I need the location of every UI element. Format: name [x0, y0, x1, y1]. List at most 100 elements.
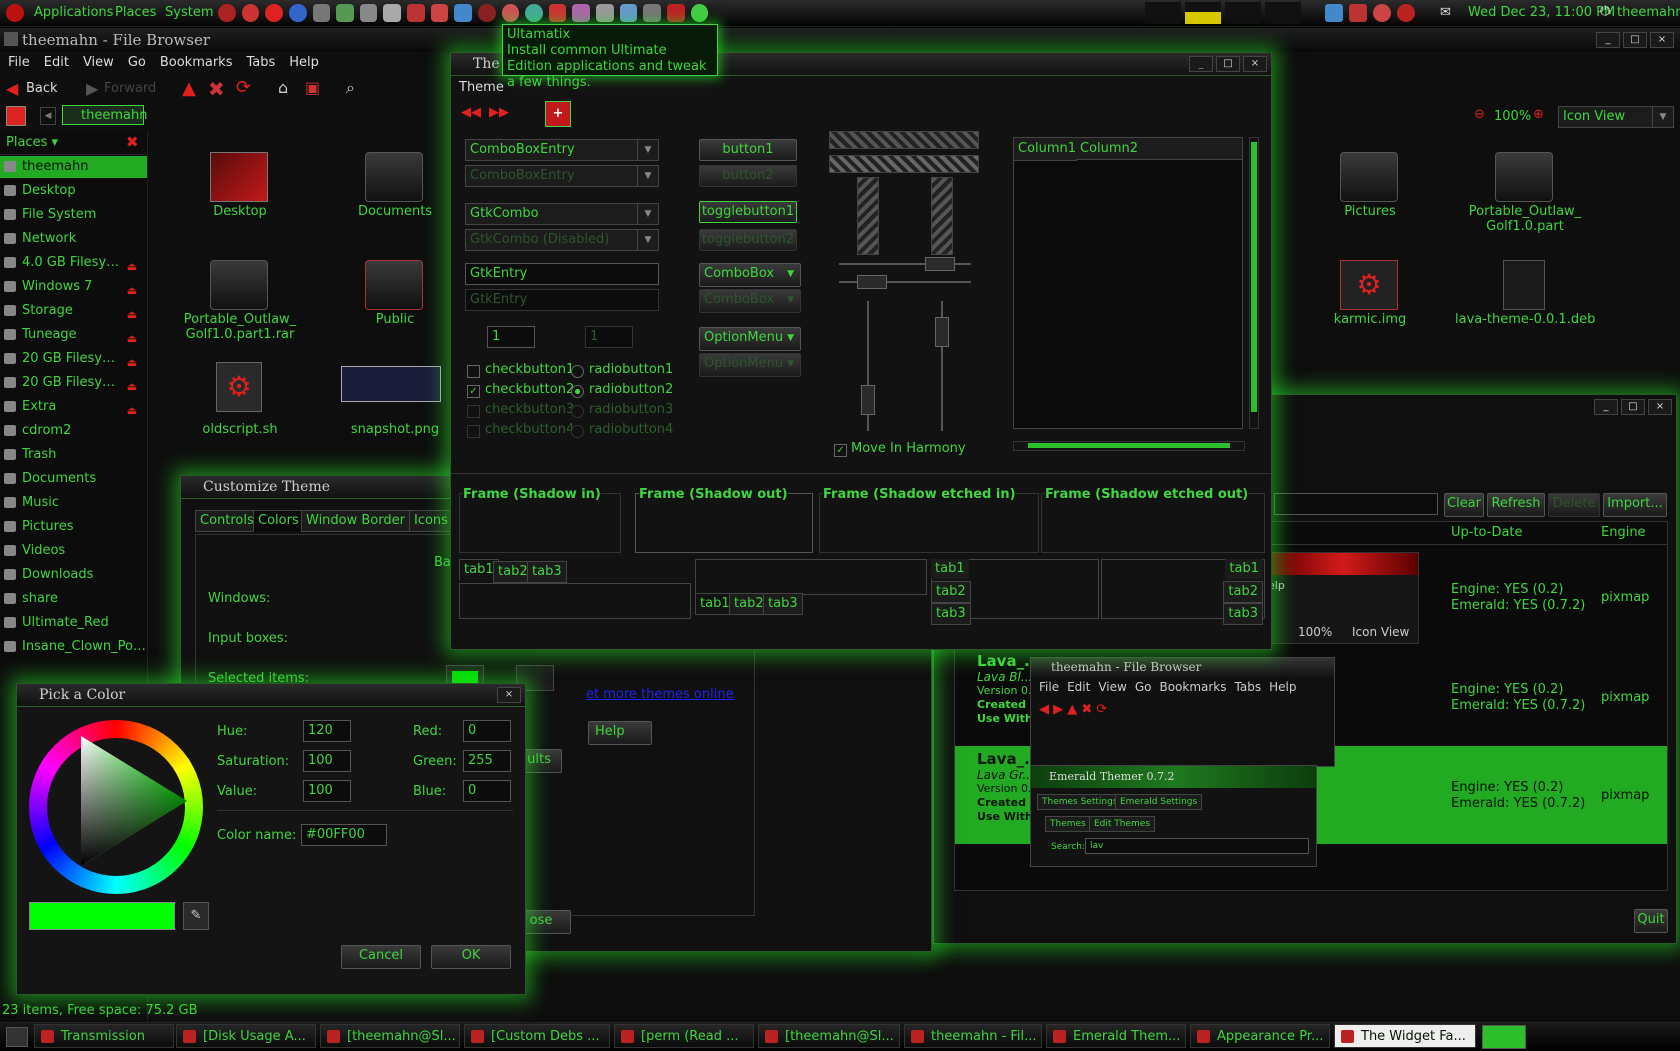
vertical-scrollbar[interactable] [1249, 137, 1259, 429]
sidebar-item[interactable]: Insane_Clown_Po… [0, 636, 147, 658]
eject-icon[interactable]: ⏏ [127, 400, 137, 418]
menu-view[interactable]: View [83, 52, 114, 74]
close-button[interactable]: × [497, 687, 521, 703]
menu-edit[interactable]: Edit [44, 52, 69, 74]
ultamatix-icon[interactable] [477, 4, 496, 22]
green-spin[interactable]: 255 [463, 750, 511, 772]
hscale-1-handle[interactable] [925, 257, 955, 271]
column2-header[interactable]: Column2 [1076, 138, 1242, 160]
tab3[interactable]: tab3 [527, 561, 567, 583]
radiobutton2[interactable] [571, 385, 584, 398]
tab-window-border[interactable]: Window Border [301, 510, 410, 532]
path-left-arrow[interactable]: ◀ [40, 107, 56, 125]
launcher-icon[interactable] [407, 4, 425, 22]
tab2[interactable]: tab2 [931, 581, 971, 603]
launcher-icon[interactable] [241, 4, 260, 22]
power-icon[interactable]: ⏻ [1600, 4, 1610, 19]
red-spin[interactable]: 0 [463, 720, 511, 742]
launcher-icon[interactable] [336, 4, 354, 22]
blue-spin[interactable]: 0 [463, 780, 511, 802]
menu-file[interactable]: File [8, 52, 30, 74]
forward-button[interactable]: Forward [104, 81, 156, 96]
column1-header[interactable]: Column1 [1014, 138, 1077, 161]
launcher-icon[interactable] [454, 4, 472, 22]
places-select[interactable]: Places ▾ [6, 135, 58, 150]
clear-button[interactable]: Clear [1444, 493, 1484, 517]
ubuntu-logo-icon[interactable] [6, 4, 24, 22]
tab2[interactable]: tab2 [1223, 581, 1263, 603]
tray-icon[interactable] [1373, 4, 1391, 22]
launcher-icon[interactable] [218, 4, 236, 22]
sidebar-item[interactable]: Ultimate_Red [0, 612, 147, 634]
home-icon[interactable]: ⌂ [278, 78, 288, 97]
taskbar-item[interactable]: Appearance Pr... [1190, 1024, 1330, 1048]
launcher-icon[interactable] [690, 4, 709, 22]
theme-search-input[interactable] [1274, 493, 1438, 515]
sidebar-item[interactable]: Music [0, 492, 147, 514]
minimize-button[interactable]: _ [1189, 56, 1213, 72]
search-icon[interactable]: ⌕ [346, 78, 355, 98]
customize-titlebar[interactable]: Customize Theme [181, 476, 473, 499]
close-sidebar-icon[interactable]: ✖ [126, 133, 139, 151]
launcher-icon[interactable] [548, 4, 567, 22]
checkbutton2[interactable]: ✓ [467, 385, 480, 398]
menu-system[interactable]: System [165, 5, 213, 20]
workspace-switcher[interactable] [1482, 1025, 1526, 1049]
sidebar-item[interactable]: Desktop [0, 180, 147, 202]
checkbutton1[interactable] [467, 365, 480, 378]
hue-spin[interactable]: 120 [303, 720, 351, 742]
sidebar-item[interactable]: Network [0, 228, 147, 250]
file-snapshot[interactable]: snapshot.png [335, 362, 455, 452]
maximize-button[interactable]: □ [1623, 32, 1647, 48]
eject-icon[interactable]: ⏏ [127, 328, 137, 346]
zoom-out-icon[interactable]: ⊖ [1474, 107, 1485, 122]
close-button[interactable]: × [1650, 32, 1674, 48]
cancel-button[interactable]: Cancel [341, 945, 421, 969]
taskbar-item[interactable]: [theemahn@Sl... [758, 1024, 900, 1048]
file-part[interactable]: Portable_Outlaw_ Golf1.0.part [1455, 152, 1595, 242]
more-themes-link[interactable]: et more themes online [586, 687, 734, 702]
import-button[interactable]: Import... [1603, 493, 1667, 517]
optionmenu[interactable]: OptionMenu ▼ [699, 327, 801, 351]
eject-icon[interactable]: ⏏ [127, 304, 137, 322]
path-button-home[interactable]: theemahn [62, 105, 147, 125]
close-button[interactable]: × [1243, 56, 1267, 72]
quit-button[interactable]: Quit [1634, 909, 1668, 933]
sidebar-item[interactable]: File System [0, 204, 147, 226]
launcher-icon[interactable] [666, 4, 685, 22]
vscale-1-handle[interactable] [861, 385, 875, 415]
forward-arrow-icon[interactable]: ▶ [86, 79, 98, 98]
file-browser-titlebar[interactable]: theemahn - File Browser _ □ × [0, 28, 1680, 52]
taskbar-item[interactable]: [Custom Debs ... [464, 1024, 610, 1048]
close-button[interactable]: × [1648, 399, 1672, 415]
menu-tabs[interactable]: Tabs [246, 52, 275, 74]
sidebar-item[interactable]: 4.0 GB Filesy… ⏏ [0, 252, 147, 274]
computer-icon[interactable]: ▣ [305, 78, 320, 97]
delete-button[interactable]: Delete [1548, 493, 1600, 517]
launcher-icon[interactable] [359, 4, 378, 22]
sidebar-item[interactable]: Videos [0, 540, 147, 562]
gtkcombo[interactable]: GtkCombo ▼ [465, 203, 659, 225]
spin-button-1[interactable]: 1 [487, 326, 535, 348]
eject-icon[interactable]: ⏏ [127, 256, 137, 274]
minimize-button[interactable]: _ [1596, 32, 1620, 48]
file-karmic[interactable]: ⚙ karmic.img [1310, 260, 1430, 350]
eyedropper-icon[interactable]: ✎ [183, 902, 209, 930]
ok-button[interactable]: OK [431, 945, 511, 969]
user-name[interactable]: theemahn [1617, 5, 1680, 20]
comboboxentry[interactable]: ComboBoxEntry ▼ [465, 139, 659, 161]
launcher-icon[interactable] [430, 4, 449, 22]
tray-icon[interactable] [1349, 4, 1367, 22]
sidebar-item[interactable]: Windows 7 ⏏ [0, 276, 147, 298]
menu-help[interactable]: Help [289, 52, 319, 74]
eject-icon[interactable]: ⏏ [127, 280, 137, 298]
theme-menu[interactable]: Theme [459, 80, 504, 95]
file-public[interactable]: Public [335, 260, 455, 350]
launcher-icon[interactable] [619, 4, 638, 22]
tab3[interactable]: tab3 [763, 593, 803, 615]
up-icon[interactable]: ▲ [182, 78, 196, 99]
add-icon[interactable]: + [545, 101, 571, 127]
horizontal-scrollbar[interactable] [1013, 441, 1245, 451]
file-rar[interactable]: Portable_Outlaw_ Golf1.0.part1.rar [170, 260, 310, 350]
sidebar-item[interactable]: share [0, 588, 147, 610]
